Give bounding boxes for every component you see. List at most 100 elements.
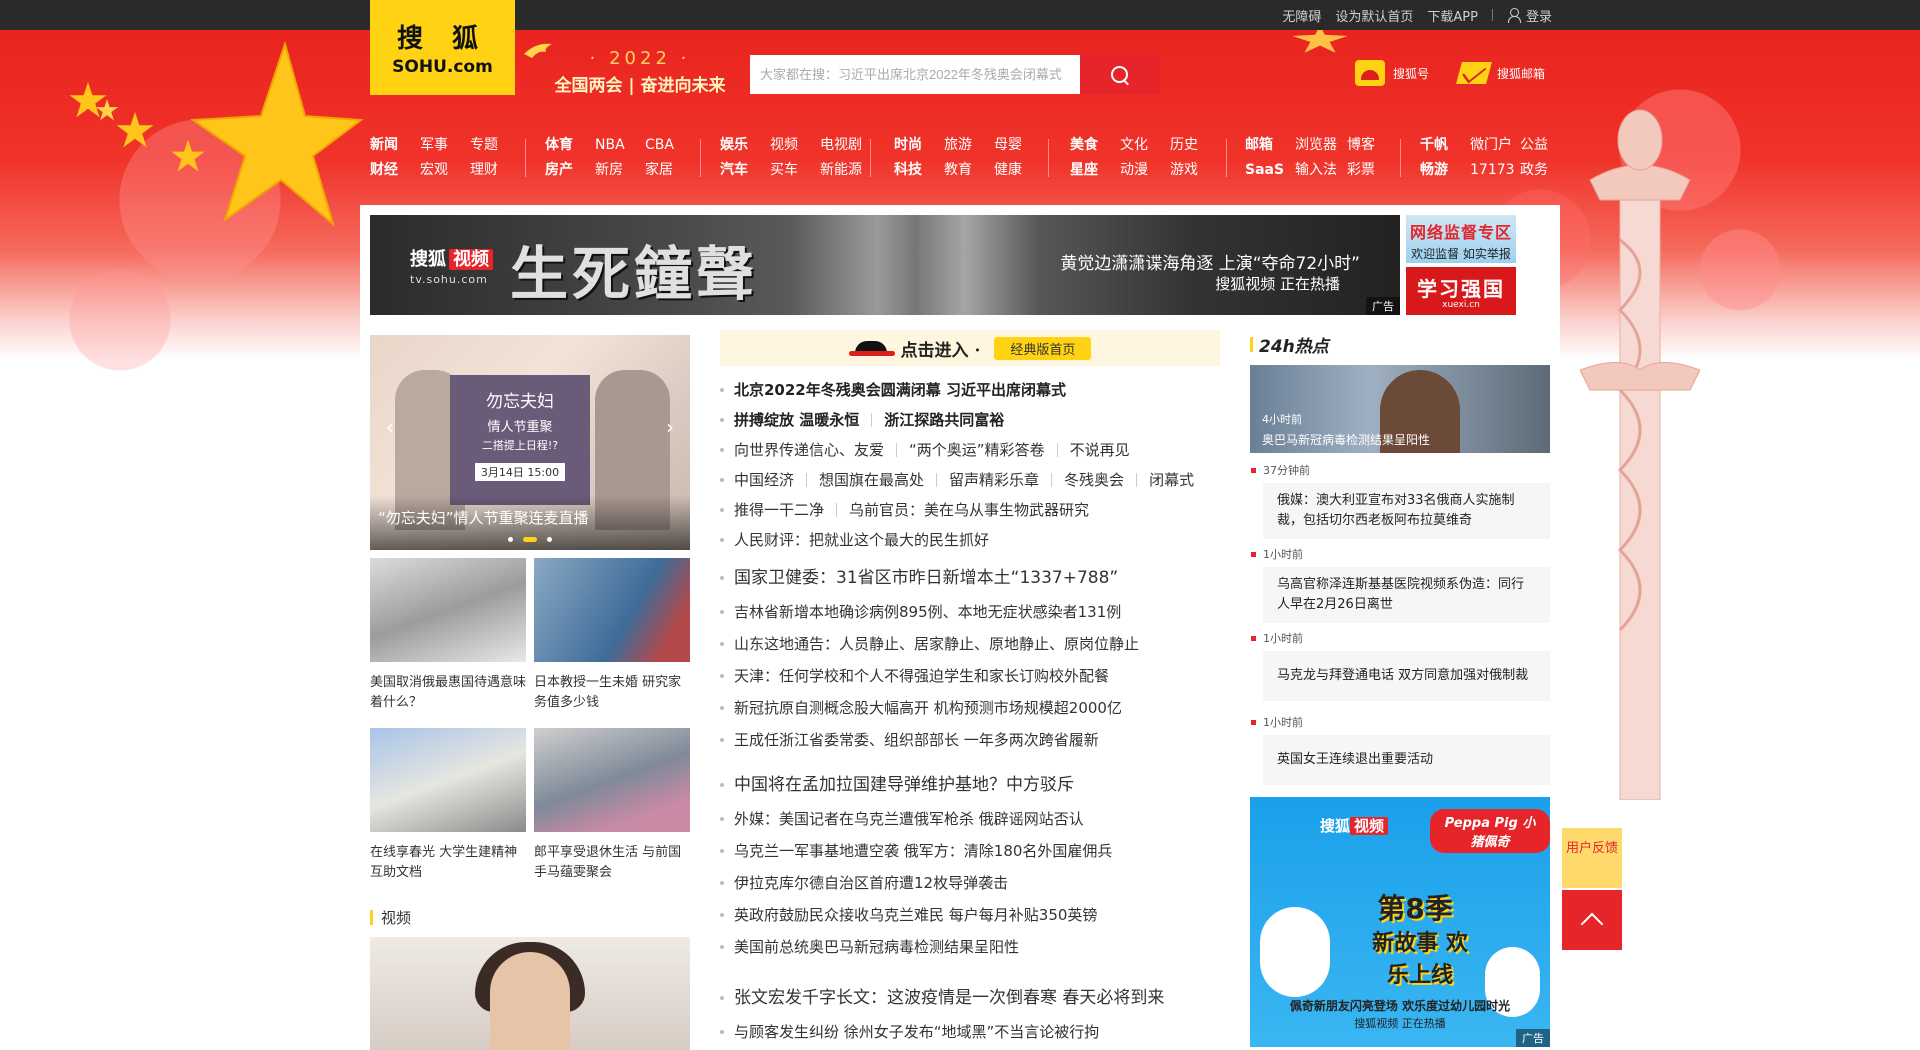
nav-item[interactable]: CBA [645, 133, 695, 158]
news-link[interactable]: “两个奥运”精彩答卷 [909, 435, 1045, 465]
news-link[interactable]: 英政府鼓励民众接收乌克兰难民 每户每月补贴350英镑 [734, 899, 1097, 931]
news-link[interactable]: 外媒：美国记者在乌克兰遭俄军枪杀 俄辟谣网站否认 [734, 803, 1084, 835]
nav-item[interactable]: 健康 [994, 158, 1044, 183]
nav-item[interactable]: 新闻 [370, 133, 420, 158]
news-link[interactable]: 吉林省新增本地确诊病例895例、本地无症状感染者131例 [734, 596, 1121, 628]
news-link[interactable]: 闭幕式 [1149, 465, 1194, 495]
hot-news-image[interactable]: 4小时前 奥巴马新冠病毒检测结果呈阳性 [1250, 365, 1550, 453]
news-link[interactable]: 浙江探路共同富裕 [884, 405, 1004, 435]
sohu-mail-link[interactable]: 搜狐邮箱 [1456, 60, 1545, 86]
news-link[interactable]: 人民财评：把就业这个最大的民生抓好 [734, 525, 989, 555]
thumbnail-caption[interactable]: 日本教授一生未婚 研究家务值多少钱 [534, 673, 694, 713]
slider-dot-active[interactable] [523, 537, 537, 542]
news-link[interactable]: 张文宏发千字长文：这波疫情是一次倒春寒 春天必将到来 [734, 980, 1164, 1016]
nav-item[interactable]: 微门户 [1470, 133, 1520, 158]
network-supervision-ad[interactable]: 网络监督专区 欢迎监督 如实举报 [1406, 215, 1516, 263]
search-button[interactable] [1080, 55, 1160, 94]
video-section-title[interactable]: 视频 [370, 907, 411, 928]
news-link[interactable]: 伊拉克库尔德自治区首府遭12枚导弹袭击 [734, 867, 1008, 899]
nav-item[interactable]: 体育 [545, 133, 595, 158]
nav-item[interactable]: 军事 [420, 133, 470, 158]
nav-item[interactable]: 美食 [1070, 133, 1120, 158]
news-link[interactable]: 中国经济 [734, 465, 794, 495]
nav-item[interactable]: 公益 [1520, 133, 1560, 158]
download-app-link[interactable]: 下载APP [1427, 6, 1478, 25]
peppa-pig-ad[interactable]: 搜狐 视频 Peppa Pig 小猪佩奇 第8季 新故事 欢乐上线 佩奇新朋友闪亮… [1250, 797, 1550, 1047]
slider-prev-icon[interactable]: ‹ [386, 415, 394, 439]
set-home-link[interactable]: 设为默认首页 [1335, 6, 1413, 25]
two-sessions-slogan[interactable]: · 2022 · 全国两会 | 奋进向未来 [545, 48, 735, 96]
nav-item[interactable]: 游戏 [1170, 158, 1220, 183]
news-link[interactable]: 想国旗在最高处 [819, 465, 924, 495]
news-link[interactable]: 乌克兰一军事基地遭空袭 俄军方：清除180名外国雇佣兵 [734, 835, 1112, 867]
hot-item-link[interactable]: 乌高官称泽连斯基基医院视频系伪造：同行人早在2月26日离世 [1263, 567, 1550, 623]
user-feedback-button[interactable]: 用户反馈 [1562, 828, 1622, 888]
xuexi-qiangguo-ad[interactable]: 学习强国 xuexi.cn [1406, 267, 1516, 315]
hot-item-link[interactable]: 俄媒：澳大利亚宣布对33名俄商人实施制裁，包括切尔西老板阿布拉莫维奇 [1263, 483, 1550, 539]
nav-item[interactable]: 历史 [1170, 133, 1220, 158]
news-link[interactable]: 不说再见 [1070, 435, 1130, 465]
slider-next-icon[interactable]: › [666, 415, 674, 439]
nav-item[interactable]: 星座 [1070, 158, 1120, 183]
news-link[interactable]: 山东这地通告：人员静止、居家静止、原地静止、原岗位静止 [734, 628, 1139, 660]
nav-item[interactable]: 邮箱 [1245, 133, 1295, 158]
classic-home-button[interactable]: 经典版首页 [994, 336, 1092, 360]
news-link[interactable]: 王成任浙江省委常委、组织部部长 一年多两次跨省履新 [734, 724, 1099, 756]
nav-item[interactable]: 畅游 [1420, 158, 1470, 183]
nav-item[interactable]: 科技 [894, 158, 944, 183]
news-thumbnail[interactable] [534, 558, 690, 662]
news-link[interactable]: 推得一干二净 [734, 495, 824, 525]
nav-item[interactable]: 汽车 [720, 158, 770, 183]
sohu-hao-link[interactable]: 搜狐号 [1355, 60, 1429, 86]
news-link[interactable]: 冬残奥会 [1064, 465, 1124, 495]
accessibility-link[interactable]: 无障碍 [1282, 6, 1321, 25]
news-link[interactable]: 新冠抗原自测概念股大幅高开 机构预测市场规模超2000亿 [734, 692, 1122, 724]
thumbnail-caption[interactable]: 郎平享受退休生活 与前国手马蕴雯聚会 [534, 843, 694, 883]
focus-slider[interactable]: 勿忘夫妇 情人节重聚 二搭提上日程!? 3月14日 15:00 ‹ › “勿忘夫… [370, 335, 690, 550]
nav-item[interactable]: 新能源 [820, 158, 870, 183]
nav-item[interactable]: 专题 [470, 133, 520, 158]
search-input[interactable] [750, 55, 1080, 94]
news-link[interactable]: 拼搏绽放 温暖永恒 [734, 405, 859, 435]
nav-item[interactable]: 输入法 [1295, 158, 1347, 183]
nav-item[interactable]: 千帆 [1420, 133, 1470, 158]
news-link[interactable]: 北京2022年冬残奥会圆满闭幕 习近平出席闭幕式 [734, 375, 1066, 405]
nav-item[interactable]: 母婴 [994, 133, 1044, 158]
back-to-top-button[interactable] [1562, 890, 1622, 950]
nav-item[interactable]: 视频 [770, 133, 820, 158]
nav-item[interactable]: 教育 [944, 158, 994, 183]
news-link[interactable]: 国家卫健委：31省区市昨日新增本土“1337+788” [734, 560, 1118, 596]
news-link[interactable]: 向世界传递信心、友爱 [734, 435, 884, 465]
slider-dot[interactable] [508, 537, 513, 542]
nav-item[interactable]: NBA [595, 133, 645, 158]
news-thumbnail[interactable] [370, 728, 526, 832]
nav-item[interactable]: 理财 [470, 158, 520, 183]
news-link[interactable]: 中国将在孟加拉国建导弹维护基地？中方驳斥 [734, 767, 1074, 803]
hot-item-link[interactable]: 马克龙与拜登通电话 双方同意加强对俄制裁 [1263, 651, 1550, 701]
nav-item[interactable]: 房产 [545, 158, 595, 183]
nav-item[interactable]: 宏观 [420, 158, 470, 183]
nav-item[interactable]: 时尚 [894, 133, 944, 158]
nav-item[interactable]: 家居 [645, 158, 695, 183]
nav-item[interactable]: 文化 [1120, 133, 1170, 158]
thumbnail-caption[interactable]: 在线享春光 大学生建精神互助文档 [370, 843, 530, 883]
nav-item[interactable]: 动漫 [1120, 158, 1170, 183]
nav-item[interactable]: 财经 [370, 158, 420, 183]
nav-item[interactable]: SaaS [1245, 158, 1295, 183]
sohu-logo[interactable]: 搜 狐 SOHU.com [370, 0, 515, 95]
slider-dot[interactable] [547, 537, 552, 542]
nav-item[interactable]: 旅游 [944, 133, 994, 158]
news-link[interactable]: 美国前总统奥巴马新冠病毒检测结果呈阳性 [734, 931, 1019, 963]
news-link[interactable]: 乌前官员：美在乌从事生物武器研究 [849, 495, 1089, 525]
news-thumbnail[interactable] [534, 728, 690, 832]
news-link[interactable]: 留声精彩乐章 [949, 465, 1039, 495]
video-thumbnail[interactable] [370, 937, 690, 1050]
hot-item-link[interactable]: 英国女王连续退出重要活动 [1263, 735, 1550, 785]
video-banner-ad[interactable]: 搜狐 视频 tv.sohu.com 生死鐘聲 黄觉边潇潇谍海角逐 上演“夺命72小… [370, 215, 1400, 315]
nav-item[interactable]: 彩票 [1347, 158, 1387, 183]
classic-enter-link[interactable]: 点击进入 · [848, 336, 980, 361]
nav-item[interactable]: 电视剧 [820, 133, 870, 158]
news-link[interactable]: 天津：任何学校和个人不得强迫学生和家长订购校外配餐 [734, 660, 1109, 692]
news-thumbnail[interactable] [370, 558, 526, 662]
nav-item[interactable]: 政务 [1520, 158, 1560, 183]
